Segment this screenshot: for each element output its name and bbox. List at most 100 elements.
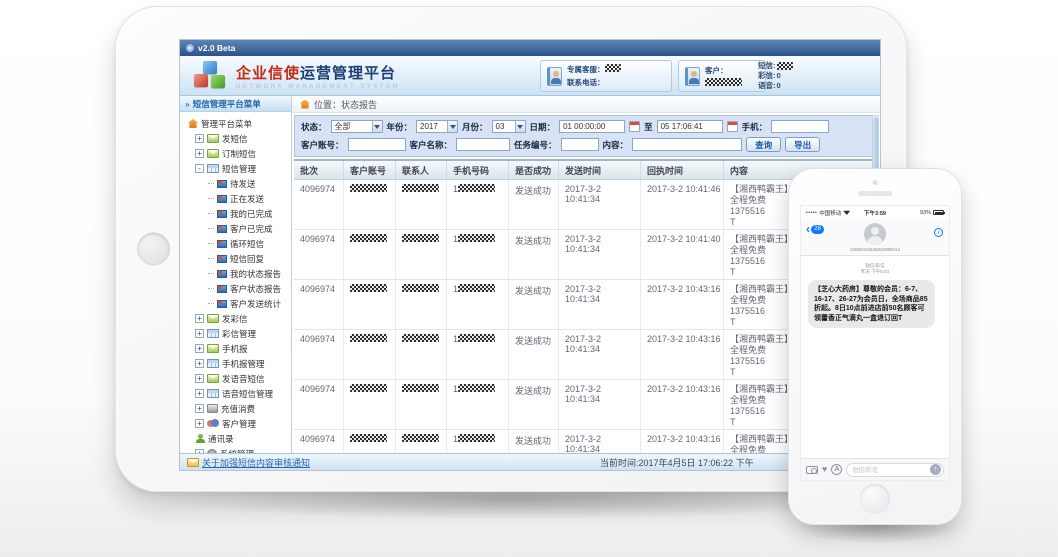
name-label: 客户名称： (410, 139, 453, 151)
sidebar-item[interactable]: 我的状态报告 (180, 266, 291, 281)
cell-receipt_time: 2017-3-2 10:41:40 (641, 230, 724, 279)
sidebar-item[interactable]: +手机报 (180, 341, 291, 356)
heart-icon[interactable]: ♥ (822, 465, 827, 474)
sidebar-item[interactable]: +发短信 (180, 131, 291, 146)
task-input[interactable] (561, 138, 599, 151)
export-button[interactable]: 导出 (785, 137, 820, 152)
expand-icon[interactable]: + (195, 329, 204, 338)
sidebar-item[interactable]: 客户状态报告 (180, 281, 291, 296)
info-icon[interactable]: i (934, 228, 943, 237)
contact-card-icon (547, 67, 562, 86)
calendar-icon[interactable] (629, 121, 640, 132)
sidebar-item-label: 彩信管理 (222, 328, 256, 340)
notice-link[interactable]: 关于加强短信内容审核通知 (187, 456, 310, 469)
notice-label: 关于加强短信内容审核通知 (202, 456, 310, 469)
app-statusbar: 关于加强短信内容审核通知 当前时间:2017年4月5日 17:06:22 下午 (180, 453, 880, 470)
app-title: 企业信使运营管理平台 NETWORK MANAGEMENT SYSTEM (236, 62, 400, 90)
send-button[interactable]: ↑ (930, 464, 941, 475)
status-label: 状态： (301, 121, 327, 133)
month-select[interactable]: 03 (492, 120, 526, 133)
name-input[interactable] (456, 138, 510, 151)
page-icon (217, 225, 227, 233)
expand-icon[interactable]: + (195, 374, 204, 383)
expand-icon[interactable]: + (195, 419, 204, 428)
expand-icon[interactable]: + (195, 389, 204, 398)
sidebar-item-label: 我的状态报告 (230, 268, 281, 280)
tablet-home-button[interactable] (137, 233, 170, 266)
masked-value: █████████ (350, 434, 387, 442)
sidebar-item[interactable]: +充值消费 (180, 401, 291, 416)
cell-contact: █████████ (396, 330, 447, 379)
customer-value: █████████ (705, 78, 742, 86)
masked-value: █████████ (402, 184, 439, 192)
collapse-icon[interactable]: - (195, 164, 204, 173)
sidebar-item[interactable]: 正在发送 (180, 191, 291, 206)
cell-send_time: 2017-3-2 10:41:34 (559, 230, 641, 279)
masked-value: █████████ (350, 284, 387, 292)
sidebar-item[interactable]: 客户发送统计 (180, 296, 291, 311)
sidebar-item[interactable]: +发彩信 (180, 311, 291, 326)
year-select[interactable]: 2017 (416, 120, 458, 133)
expand-icon[interactable]: + (195, 404, 204, 413)
content-label: 内容： (603, 139, 629, 151)
appstore-icon[interactable]: A (831, 464, 842, 475)
sidebar-item[interactable]: 管理平台菜单 (180, 116, 291, 131)
mail-icon (207, 344, 219, 353)
phone-home-button[interactable] (860, 484, 890, 514)
camera-icon[interactable] (806, 466, 818, 474)
sidebar-item[interactable]: 客户已完成 (180, 221, 291, 236)
expand-icon[interactable]: + (195, 359, 204, 368)
cell-account: █████████ (344, 430, 396, 453)
breadcrumb: 位置：状态报告 (292, 96, 880, 113)
cell-mobile: 1█████████ (447, 280, 509, 329)
masked-value: █████████ (402, 284, 439, 292)
sidebar-item[interactable]: +客户管理 (180, 416, 291, 431)
calendar-icon[interactable] (727, 121, 738, 132)
service-label: 专属客服： (567, 65, 605, 74)
sidebar-item[interactable]: 通讯录 (180, 431, 291, 446)
back-button[interactable]: ‹ 26 (806, 224, 824, 234)
masked-value: █████████ (458, 184, 495, 192)
date-from-input[interactable]: 01 00:00:00 (559, 120, 625, 133)
mobile-input[interactable] (771, 120, 829, 133)
sidebar-item[interactable]: 待发送 (180, 176, 291, 191)
chevron-down-icon[interactable] (447, 121, 457, 132)
expand-icon[interactable]: + (195, 314, 204, 323)
content-input[interactable] (632, 138, 742, 151)
status-select[interactable]: 全部 (331, 120, 383, 133)
cell-contact: █████████ (396, 230, 447, 279)
account-input[interactable] (348, 138, 406, 151)
sidebar-item[interactable]: +手机报管理 (180, 356, 291, 371)
sidebar-item[interactable]: + 彩信管理 (180, 326, 291, 341)
chevron-down-icon[interactable] (372, 121, 382, 132)
cell-contact: █████████ (396, 280, 447, 329)
page-icon (217, 210, 227, 218)
cell-contact: █████████ (396, 380, 447, 429)
service-phone-label: 联系电话： (567, 78, 605, 87)
expand-icon[interactable]: + (195, 344, 204, 353)
sidebar-item[interactable]: + 语音短信管理 (180, 386, 291, 401)
message-input[interactable]: 短信/彩信 ↑ (846, 463, 944, 477)
expand-icon[interactable]: + (195, 149, 204, 158)
query-button[interactable]: 查询 (746, 137, 781, 152)
chevron-down-icon[interactable] (515, 121, 525, 132)
sidebar-item[interactable]: +系统管理 (180, 446, 291, 453)
masked-value: █████████ (458, 384, 495, 392)
status-value: 全部 (335, 121, 351, 132)
date-to-input[interactable]: 05 17:06:41 (657, 120, 723, 133)
sidebar-item-label: 语音短信管理 (222, 388, 273, 400)
sidebar-item[interactable]: 短信回复 (180, 251, 291, 266)
avatar[interactable] (864, 223, 886, 245)
cell-status: 发送成功 (509, 430, 559, 453)
phone-camera-icon (873, 180, 878, 185)
sidebar-item[interactable]: +订制短信 (180, 146, 291, 161)
counter-line: 语音:0 (758, 81, 793, 90)
cell-mobile: 1█████████ (447, 330, 509, 379)
expand-icon[interactable]: + (195, 134, 204, 143)
sidebar-item[interactable]: -短信管理 (180, 161, 291, 176)
cell-status: 发送成功 (509, 180, 559, 229)
sidebar-item[interactable]: 我的已完成 (180, 206, 291, 221)
sidebar-item[interactable]: +发语音短信 (180, 371, 291, 386)
cell-mobile: 1█████████ (447, 430, 509, 453)
sidebar-item[interactable]: 循环短信 (180, 236, 291, 251)
